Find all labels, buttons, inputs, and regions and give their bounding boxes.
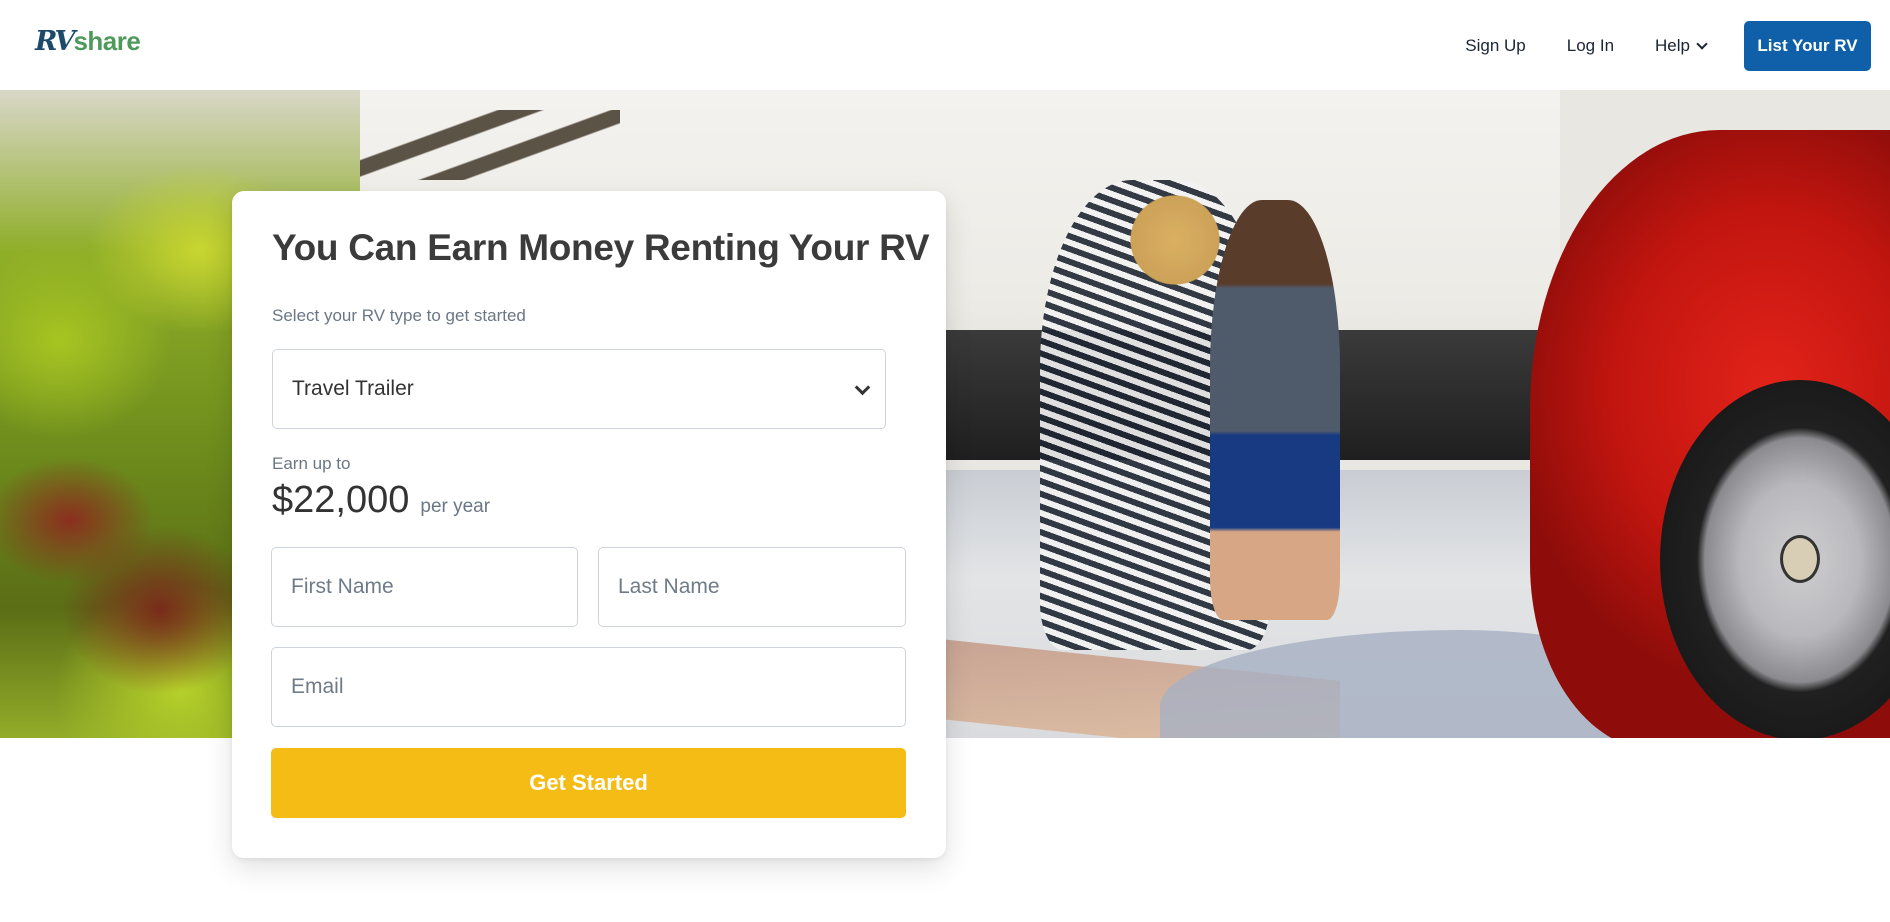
site-header: RV share Sign Up Log In Help List Your R… [0, 0, 1890, 90]
earn-label: Earn up to [272, 454, 351, 473]
earn-amount: $22,000 [272, 479, 410, 521]
get-started-button[interactable]: Get Started [271, 748, 906, 818]
hero-wheel-hub [1780, 535, 1820, 583]
earnings-estimate: $22,000 per year [272, 479, 490, 522]
logo-rv-text: RV [35, 26, 75, 57]
list-your-rv-button[interactable]: List Your RV [1744, 21, 1871, 71]
log-in-link[interactable]: Log In [1567, 36, 1614, 56]
rv-type-select[interactable]: Travel Trailer [272, 349, 886, 429]
email-input[interactable] [271, 647, 906, 727]
sign-up-link[interactable]: Sign Up [1465, 36, 1525, 56]
help-label: Help [1655, 36, 1690, 55]
logo-share-text: share [73, 26, 141, 56]
rv-type-selected-value: Travel Trailer [292, 377, 414, 400]
rvshare-logo[interactable]: RV share [35, 26, 141, 58]
chevron-down-icon [854, 379, 871, 396]
top-nav: Sign Up Log In Help List Your RV [1465, 21, 1871, 71]
help-menu[interactable]: Help [1655, 36, 1708, 56]
earnings-signup-card: You Can Earn Money Renting Your RV Selec… [232, 191, 946, 858]
hero-rv-stripe [360, 110, 620, 180]
rv-type-label: Select your RV type to get started [272, 306, 526, 325]
earn-period: per year [420, 496, 491, 517]
chevron-down-icon [1696, 37, 1708, 50]
hero-boy [1210, 200, 1340, 620]
first-name-input[interactable] [271, 547, 578, 627]
last-name-input[interactable] [598, 547, 906, 627]
card-title: You Can Earn Money Renting Your RV [272, 227, 930, 268]
